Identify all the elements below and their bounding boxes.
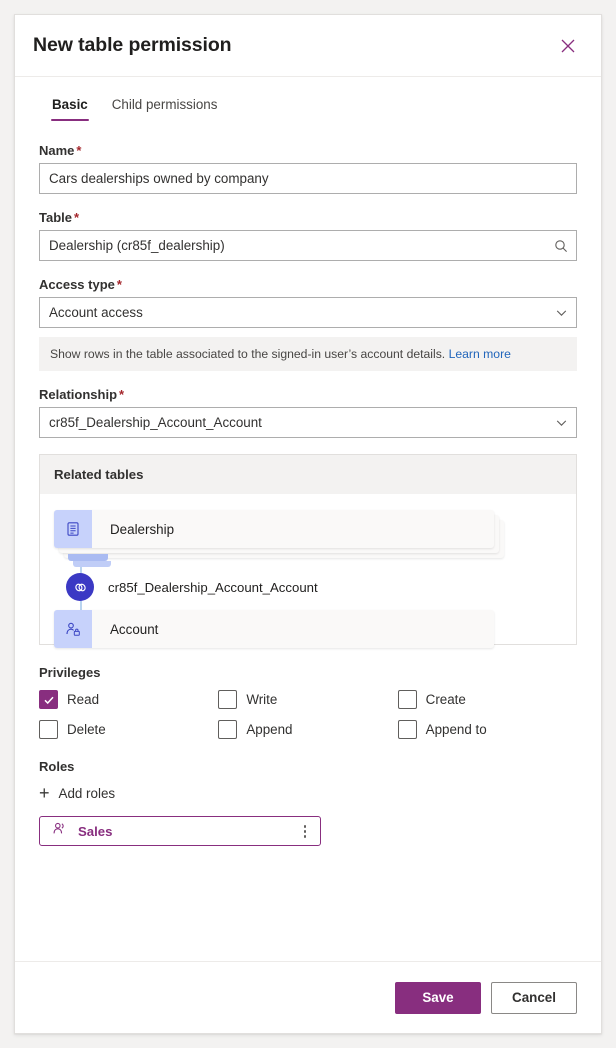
source-table-label: Dealership — [110, 521, 175, 537]
learn-more-link[interactable]: Learn more — [449, 347, 511, 361]
access-type-required-mark: * — [116, 277, 122, 292]
relationship-node[interactable]: cr85f_Dealership_Account_Account — [54, 570, 562, 604]
table-icon — [54, 510, 92, 549]
privilege-create-label: Create — [425, 692, 466, 708]
table-field-group: Table * — [39, 210, 577, 261]
page-title: New table permission — [33, 34, 232, 56]
save-button[interactable]: Save — [395, 981, 481, 1014]
chevron-down-icon[interactable] — [555, 416, 568, 429]
role-pill-sales[interactable]: Sales — [39, 816, 321, 847]
dot — [303, 825, 306, 828]
source-table-stack: Dealership — [54, 510, 504, 568]
role-more-options-icon[interactable] — [299, 821, 312, 842]
table-required-mark: * — [74, 210, 80, 225]
checkbox-write[interactable] — [218, 690, 238, 710]
dot — [303, 830, 306, 833]
relationship-label-text: Relationship — [39, 387, 118, 403]
relationship-diagram: Dealership cr85f_Dealership_Account_Acco… — [40, 494, 576, 649]
privilege-create[interactable]: Create — [397, 690, 577, 710]
roles-label: Roles — [39, 759, 75, 775]
name-input-wrap[interactable] — [39, 163, 577, 194]
access-type-hint: Show rows in the table associated to the… — [39, 337, 577, 372]
tab-basic[interactable]: Basic — [51, 93, 89, 121]
privilege-delete-label: Delete — [67, 722, 106, 738]
target-table-row: Account — [54, 610, 562, 649]
privileges-grid: Read Write Create Delete Append Append t… — [39, 690, 577, 740]
relationship-node-label: cr85f_Dealership_Account_Account — [108, 579, 318, 595]
new-table-permission-panel: New table permission Basic Child permiss… — [14, 14, 602, 1034]
privilege-read-label: Read — [67, 692, 100, 708]
name-field-group: Name * — [39, 143, 577, 194]
close-icon[interactable] — [553, 31, 583, 61]
relationship-link-icon — [66, 573, 94, 602]
panel-header: New table permission — [15, 15, 601, 77]
relationship-select[interactable] — [39, 407, 577, 439]
privilege-append-label: Append — [246, 722, 293, 738]
table-input[interactable] — [40, 231, 576, 260]
plus-icon: + — [39, 783, 50, 804]
table-label: Table * — [39, 210, 577, 225]
relationship-value[interactable] — [40, 408, 576, 438]
stack-nub-back — [73, 561, 111, 568]
account-icon — [54, 610, 92, 649]
name-label-text: Name — [39, 143, 75, 158]
privilege-delete[interactable]: Delete — [39, 720, 218, 740]
checkbox-delete[interactable] — [39, 720, 58, 740]
name-required-mark: * — [76, 143, 82, 158]
privilege-read[interactable]: Read — [39, 690, 218, 710]
role-name: Sales — [78, 823, 113, 839]
privilege-append-to[interactable]: Append to — [397, 720, 577, 740]
dot — [303, 835, 306, 838]
table-label-text: Table — [39, 210, 72, 225]
privilege-append[interactable]: Append — [218, 720, 397, 740]
privilege-write-label: Write — [246, 692, 278, 708]
access-type-field-group: Access type* Show rows in the table asso… — [39, 277, 577, 372]
access-type-label: Access type * — [39, 277, 577, 292]
target-table-label: Account — [110, 621, 159, 637]
checkbox-create[interactable] — [397, 690, 417, 710]
stack-nub-front — [68, 554, 108, 562]
tab-child-permissions[interactable]: Child permissions — [111, 93, 219, 121]
privilege-write[interactable]: Write — [218, 690, 397, 710]
panel-footer: Save Cancel — [15, 961, 601, 1033]
access-type-label-text: Access type — [39, 277, 115, 292]
checkbox-read[interactable] — [39, 690, 58, 710]
checkbox-append-to[interactable] — [397, 720, 417, 740]
privilege-append-to-label: Append to — [425, 722, 487, 738]
person-icon — [52, 821, 67, 841]
add-roles-label: Add roles — [58, 785, 116, 801]
relationship-label: Relationship * — [39, 387, 577, 402]
tab-list: Basic Child permissions — [51, 93, 577, 121]
access-type-select[interactable] — [39, 297, 577, 328]
chevron-down-icon[interactable] — [555, 306, 568, 319]
access-type-value[interactable] — [40, 298, 576, 327]
source-table-node[interactable]: Dealership — [54, 510, 494, 549]
relationship-field-group: Relationship * — [39, 387, 577, 439]
cancel-button[interactable]: Cancel — [491, 981, 577, 1014]
name-label: Name * — [39, 143, 577, 158]
relationship-required-mark: * — [119, 387, 125, 403]
search-icon[interactable] — [554, 239, 568, 253]
add-roles-button[interactable]: + Add roles — [39, 784, 115, 802]
related-tables-card: Related tables Dealership cr85f_Dealersh… — [39, 454, 577, 649]
related-tables-heading: Related tables — [40, 455, 576, 495]
panel-body: Basic Child permissions Name* Table* — [15, 77, 601, 961]
access-type-hint-text: Show rows in the table associated to the… — [50, 347, 446, 361]
privileges-label: Privileges — [39, 665, 101, 681]
table-input-wrap[interactable] — [39, 230, 577, 261]
name-input[interactable] — [40, 164, 576, 193]
target-table-node[interactable]: Account — [54, 610, 494, 649]
checkbox-append[interactable] — [218, 720, 238, 740]
